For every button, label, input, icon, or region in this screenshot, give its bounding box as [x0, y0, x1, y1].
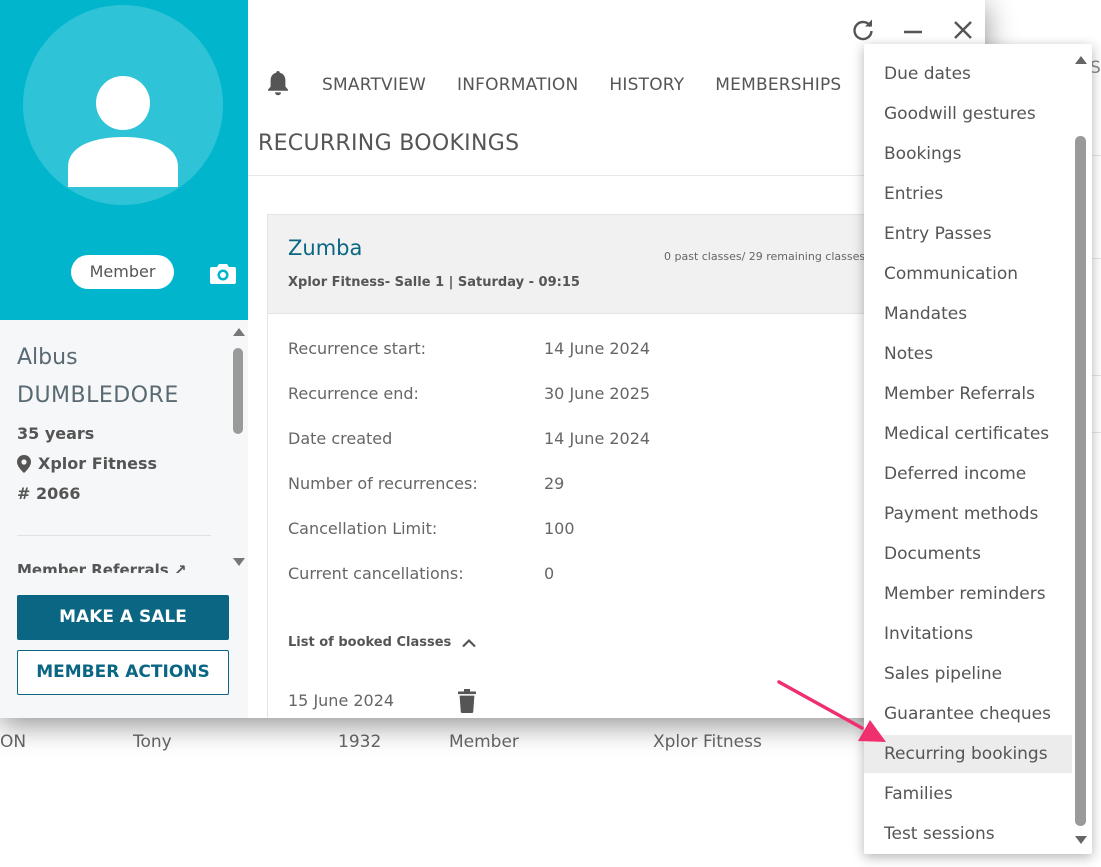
tab-memberships[interactable]: MEMBERSHIPS	[715, 75, 841, 95]
member-club: Xplor Fitness	[17, 454, 227, 473]
make-a-sale-button[interactable]: MAKE A SALE	[17, 595, 229, 640]
menu-item-deferred-income[interactable]: Deferred income	[864, 455, 1072, 493]
menu-item-payment-methods[interactable]: Payment methods	[864, 495, 1072, 533]
member-number: # 2066	[17, 484, 81, 503]
member-status-badge: Member	[71, 255, 174, 289]
booked-classes-label: List of booked Classes	[288, 635, 452, 650]
member-club-name: Xplor Fitness	[38, 454, 158, 473]
menu-item-goodwill-gestures[interactable]: Goodwill gestures	[864, 95, 1072, 133]
tab-history[interactable]: HISTORY	[609, 75, 684, 95]
member-referrals-link[interactable]: Member Referrals ↗	[17, 561, 186, 573]
member-age: 35 years	[17, 424, 95, 443]
menu-item-member-reminders[interactable]: Member reminders	[864, 575, 1072, 613]
menu-item-mandates[interactable]: Mandates	[864, 295, 1072, 333]
member-actions-menu: Due dates Goodwill gestures Bookings Ent…	[864, 44, 1092, 854]
menu-item-member-referrals[interactable]: Member Referrals	[864, 375, 1072, 413]
member-actions-button[interactable]: MEMBER ACTIONS	[17, 650, 229, 695]
minimize-icon	[904, 30, 922, 34]
close-icon	[954, 21, 972, 39]
menu-item-guarantee-cheques[interactable]: Guarantee cheques	[864, 695, 1072, 733]
page-title: RECURRING BOOKINGS	[258, 131, 520, 156]
minimize-button[interactable]	[888, 16, 938, 44]
menu-item-bookings[interactable]: Bookings	[864, 135, 1072, 173]
detail-label: Current cancellations:	[288, 564, 464, 583]
scroll-down-icon[interactable]	[233, 558, 245, 566]
detail-label: Number of recurrences:	[288, 474, 478, 493]
menu-item-test-sessions[interactable]: Test sessions	[864, 815, 1072, 853]
menu-item-families[interactable]: Families	[864, 775, 1072, 813]
avatar[interactable]	[23, 5, 223, 205]
menu-item-invitations[interactable]: Invitations	[864, 615, 1072, 653]
detail-value: 30 June 2025	[544, 384, 651, 403]
menu-item-notes[interactable]: Notes	[864, 335, 1072, 373]
menu-item-due-dates[interactable]: Due dates	[864, 55, 1072, 93]
member-sidebar: Member Albus DUMBLEDORE 35 years Xplor F…	[0, 0, 248, 718]
detail-value: 29	[544, 474, 565, 493]
row-firstname: Tony	[133, 732, 172, 752]
row-status: Member	[449, 732, 519, 752]
scroll-thumb[interactable]	[233, 348, 243, 434]
refresh-icon	[853, 19, 873, 41]
booking-class-name[interactable]: Zumba	[288, 236, 362, 260]
member-info: Albus DUMBLEDORE 35 years Xplor Fitness …	[17, 340, 227, 503]
camera-icon[interactable]	[209, 261, 237, 285]
member-referrals-label: Member Referrals	[17, 561, 169, 573]
menu-item-entries[interactable]: Entries	[864, 175, 1072, 213]
menu-item-recurring-bookings[interactable]: Recurring bookings	[864, 735, 1072, 773]
chevron-up-icon	[462, 638, 477, 647]
bell-icon[interactable]	[266, 70, 290, 96]
menu-item-communication[interactable]: Communication	[864, 255, 1072, 293]
external-link-icon: ↗	[173, 561, 187, 573]
menu-scroll-down-icon[interactable]	[1075, 836, 1087, 844]
tab-information[interactable]: INFORMATION	[457, 75, 578, 95]
detail-label: Recurrence start:	[288, 339, 427, 358]
booked-class-date: 15 June 2024	[288, 691, 395, 710]
menu-scroll-thumb[interactable]	[1075, 136, 1086, 826]
scroll-up-icon[interactable]	[233, 328, 245, 336]
refresh-button[interactable]	[838, 16, 888, 44]
menu-item-sales-pipeline[interactable]: Sales pipeline	[864, 655, 1072, 693]
member-modal: Member Albus DUMBLEDORE 35 years Xplor F…	[0, 0, 985, 718]
member-tabs: SMARTVIEW INFORMATION HISTORY MEMBERSHIP…	[266, 68, 872, 102]
booked-classes-toggle[interactable]: List of booked Classes	[288, 635, 477, 650]
user-icon	[68, 76, 178, 187]
sidebar-divider	[17, 535, 211, 536]
tab-smartview[interactable]: SMARTVIEW	[322, 75, 426, 95]
location-pin-icon	[17, 454, 31, 473]
menu-scroll-up-icon[interactable]	[1075, 56, 1087, 64]
menu-item-medical-certificates[interactable]: Medical certificates	[864, 415, 1072, 453]
profile-header: Member	[0, 0, 248, 320]
trash-icon[interactable]	[458, 689, 476, 713]
booking-location-schedule: Xplor Fitness- Salle 1 | Saturday - 09:1…	[288, 275, 580, 290]
close-button[interactable]	[938, 16, 985, 44]
detail-label: Recurrence end:	[288, 384, 419, 403]
detail-label: Date created	[288, 429, 393, 448]
window-controls	[838, 16, 985, 44]
sidebar-scrollbar[interactable]	[231, 328, 245, 566]
row-club: Xplor Fitness	[653, 732, 762, 752]
booking-class-count: 0 past classes/ 29 remaining classes	[664, 250, 866, 263]
row-number: 1932	[338, 732, 382, 752]
detail-value: 100	[544, 519, 575, 538]
member-first-name: Albus	[17, 345, 78, 370]
detail-value: 0	[544, 564, 555, 583]
detail-value: 14 June 2024	[544, 339, 651, 358]
row-lastname: ON	[0, 732, 27, 752]
menu-item-documents[interactable]: Documents	[864, 535, 1072, 573]
member-last-name: DUMBLEDORE	[17, 383, 179, 408]
menu-item-entry-passes[interactable]: Entry Passes	[864, 215, 1072, 253]
detail-label: Cancellation Limit:	[288, 519, 438, 538]
detail-value: 14 June 2024	[544, 429, 651, 448]
